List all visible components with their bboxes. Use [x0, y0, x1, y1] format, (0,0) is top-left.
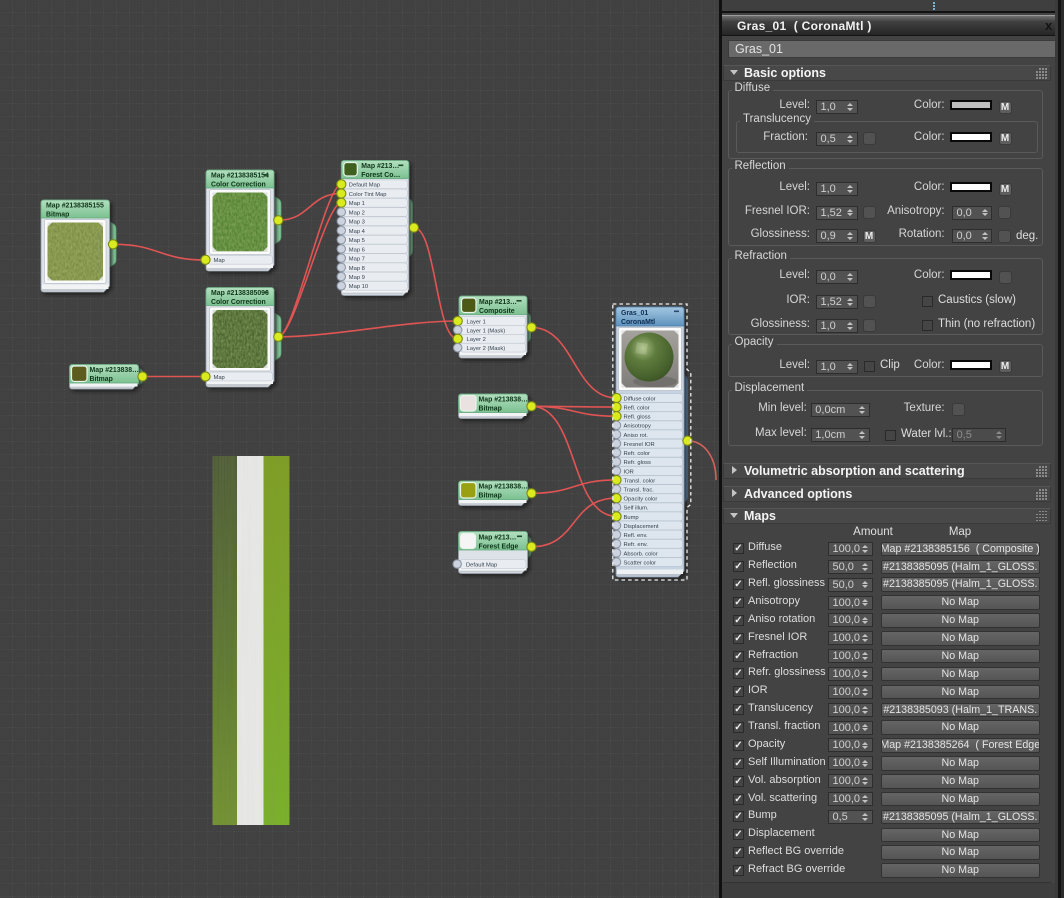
svg-text:Color Correction: Color Correction — [211, 299, 266, 306]
svg-text:Scatter color: Scatter color — [624, 560, 657, 566]
svg-text:Absorb. color: Absorb. color — [624, 551, 658, 557]
svg-text:Color Tint Map: Color Tint Map — [349, 192, 387, 198]
svg-text:Bitmap: Bitmap — [46, 212, 69, 219]
svg-text:Refl. gloss: Refl. gloss — [624, 415, 651, 421]
svg-text:Refl. color: Refl. color — [624, 406, 650, 412]
svg-text:Forest Co…: Forest Co… — [361, 172, 400, 179]
svg-text:Refr. gloss: Refr. gloss — [624, 460, 651, 466]
svg-text:Map #213…: Map #213… — [479, 535, 517, 542]
svg-text:Self illum.: Self illum. — [624, 506, 650, 512]
svg-text:Layer 2 (Mask): Layer 2 (Mask) — [467, 346, 506, 352]
svg-text:Map: Map — [214, 258, 225, 264]
svg-text:CoronaMtl: CoronaMtl — [621, 319, 655, 326]
svg-text:Bump: Bump — [624, 515, 639, 521]
svg-text:Opacity color: Opacity color — [624, 497, 658, 503]
svg-text:Gras_01: Gras_01 — [621, 310, 648, 317]
svg-text:Map 8: Map 8 — [349, 266, 365, 272]
svg-text:IOR: IOR — [624, 469, 634, 475]
svg-text:Map 5: Map 5 — [349, 238, 365, 244]
svg-text:Map #213…: Map #213… — [361, 163, 399, 170]
svg-text:Map #2138385154: Map #2138385154 — [211, 173, 269, 180]
svg-text:Default Map: Default Map — [466, 562, 497, 568]
svg-text:Bitmap: Bitmap — [479, 406, 502, 413]
svg-text:Map 3: Map 3 — [349, 220, 365, 226]
svg-text:Forest Edge: Forest Edge — [479, 544, 519, 551]
svg-text:Map 6: Map 6 — [349, 247, 365, 253]
svg-text:Bitmap: Bitmap — [90, 376, 113, 383]
svg-text:Transl. frac.: Transl. frac. — [624, 488, 655, 494]
svg-text:Refr. env.: Refr. env. — [624, 542, 649, 548]
svg-text:Transl. color: Transl. color — [624, 478, 656, 484]
svg-text:Map 9: Map 9 — [349, 275, 365, 281]
svg-text:Map: Map — [214, 375, 225, 381]
svg-text:Map #213838…: Map #213838… — [479, 397, 529, 404]
svg-text:Map 4: Map 4 — [349, 229, 366, 235]
svg-text:Map 10: Map 10 — [349, 284, 368, 290]
svg-text:Map #213…: Map #213… — [479, 299, 517, 306]
svg-text:Refr. color: Refr. color — [624, 451, 650, 457]
svg-text:Map #2138385096: Map #2138385096 — [211, 290, 269, 297]
svg-text:Refl. env.: Refl. env. — [624, 533, 648, 539]
svg-text:Bitmap: Bitmap — [479, 493, 502, 500]
svg-text:Map 7: Map 7 — [349, 257, 365, 263]
svg-text:Layer 2: Layer 2 — [467, 337, 486, 343]
svg-text:Aniso rot.: Aniso rot. — [624, 433, 649, 439]
svg-text:Map #2138385155: Map #2138385155 — [46, 203, 104, 210]
svg-text:Composite: Composite — [479, 308, 515, 315]
svg-text:Default Map: Default Map — [349, 183, 380, 189]
svg-text:Fresnel IOR: Fresnel IOR — [624, 442, 655, 448]
svg-text:Layer 1: Layer 1 — [467, 319, 486, 325]
svg-text:Map #213838…: Map #213838… — [479, 484, 529, 491]
svg-text:Color Correction: Color Correction — [211, 182, 266, 189]
svg-text:Map 1: Map 1 — [349, 201, 365, 207]
svg-text:Diffuse color: Diffuse color — [624, 396, 656, 402]
svg-text:Displacement: Displacement — [624, 524, 660, 530]
svg-text:Anisotropy: Anisotropy — [624, 424, 651, 430]
svg-text:Map 2: Map 2 — [349, 210, 365, 216]
svg-text:Map #213838…: Map #213838… — [90, 367, 140, 374]
svg-text:Layer 1 (Mask): Layer 1 (Mask) — [467, 328, 506, 334]
